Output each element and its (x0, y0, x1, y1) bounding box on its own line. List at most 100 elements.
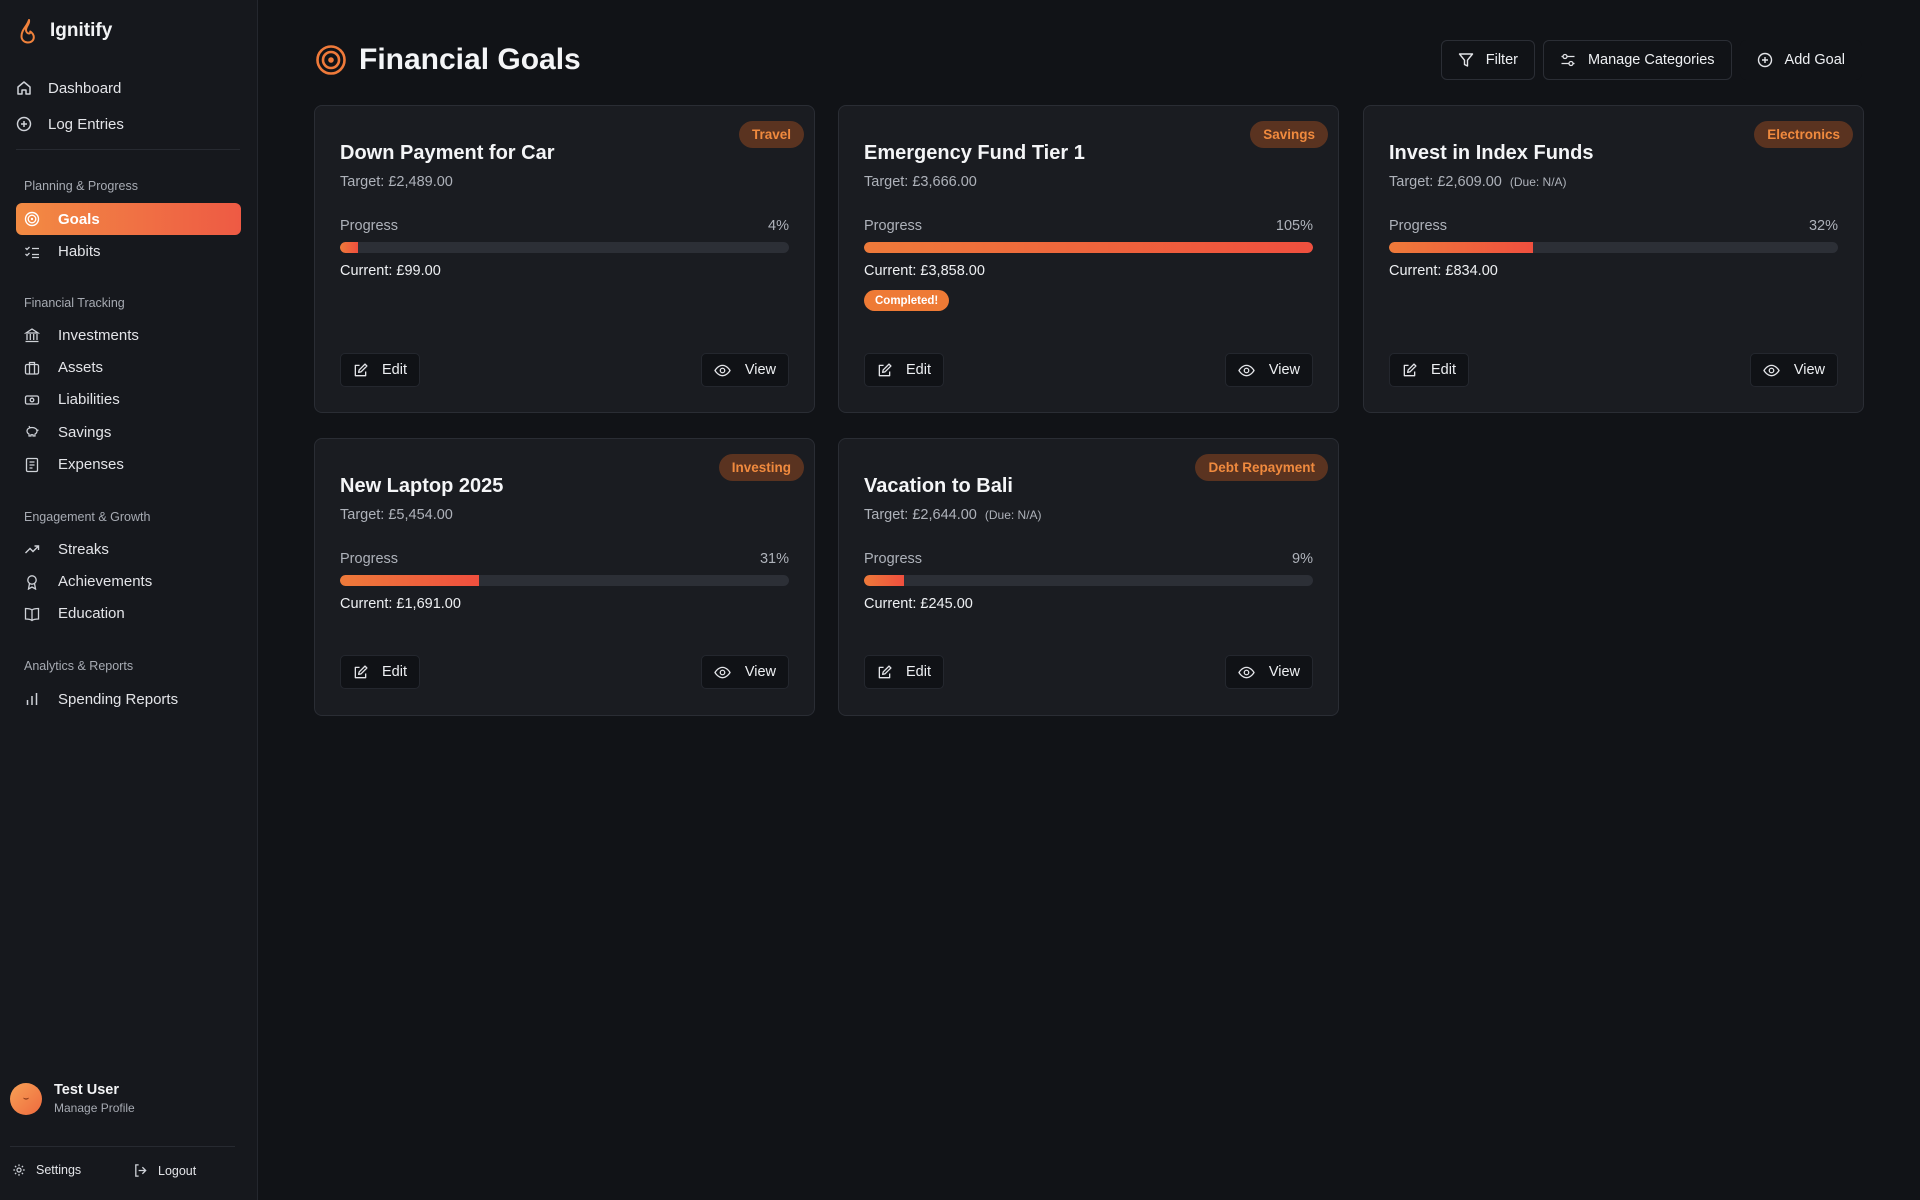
progress-row: Progress 105% (864, 218, 1313, 234)
sidebar-item-habits[interactable]: Habits (16, 235, 241, 267)
target-icon (24, 211, 40, 227)
current-amount: Current: £1,691.00 (340, 596, 461, 612)
progress-bar (340, 575, 789, 586)
piggy-bank-icon (24, 424, 40, 440)
sidebar-item-assets[interactable]: Assets (16, 351, 241, 383)
sidebar-item-savings[interactable]: Savings (16, 416, 241, 448)
sidebar-item-label: Habits (58, 243, 101, 261)
divider (10, 1146, 235, 1147)
flame-logo-icon (18, 18, 40, 44)
sidebar-item-log-entries[interactable]: Log Entries (16, 106, 240, 142)
current-amount: Current: £3,858.00 (864, 263, 985, 279)
edit-icon (877, 664, 892, 680)
goal-target: Target: £2,644.00 (Due: N/A) (864, 507, 1042, 523)
view-button[interactable]: View (1224, 655, 1313, 689)
sidebar-item-achievements[interactable]: Achievements (16, 565, 241, 597)
manage-profile-link[interactable]: Manage Profile (54, 1101, 135, 1115)
view-button[interactable]: View (700, 353, 789, 387)
edit-button[interactable]: Edit (340, 655, 420, 689)
goal-card: Investing New Laptop 2025 Target: £5,454… (314, 438, 815, 716)
section-title-planning: Planning & Progress (24, 179, 138, 193)
progress-row: Progress 31% (340, 551, 789, 567)
sidebar-item-spending-reports[interactable]: Spending Reports (16, 683, 241, 715)
view-button[interactable]: View (1224, 353, 1313, 387)
due-date: (Due: N/A) (1509, 175, 1567, 189)
sidebar-item-label: Education (58, 605, 125, 623)
sidebar-item-investments[interactable]: Investments (16, 319, 241, 351)
view-label: View (1268, 362, 1300, 378)
edit-label: Edit (906, 362, 931, 378)
progress-percent: 4% (768, 218, 789, 234)
eye-icon (1238, 363, 1255, 378)
goal-card: Travel Down Payment for Car Target: £2,4… (314, 105, 815, 413)
sidebar-item-label: Assets (58, 359, 104, 377)
bank-icon (24, 327, 40, 343)
target-amount: Target: £5,454.00 (340, 507, 453, 523)
target-amount: Target: £2,644.00 (864, 507, 977, 523)
bar-chart-icon (24, 691, 40, 707)
goal-card: Debt Repayment Vacation to Bali Target: … (838, 438, 1339, 716)
view-button[interactable]: View (700, 655, 789, 689)
progress-fill (340, 242, 358, 253)
goal-card: Savings Emergency Fund Tier 1 Target: £3… (838, 105, 1339, 413)
progress-percent: 32% (1808, 218, 1838, 234)
plus-circle-icon (16, 116, 32, 132)
progress-percent: 9% (1292, 551, 1313, 567)
filter-button[interactable]: Filter (1440, 40, 1535, 80)
progress-percent: 105% (1275, 218, 1313, 234)
sidebar-item-expenses[interactable]: Expenses (16, 449, 241, 481)
sidebar-item-label: Log Entries (48, 115, 124, 133)
header-actions: Filter Manage Categories Add Goal (1440, 40, 1862, 80)
sidebar-item-liabilities[interactable]: Liabilities (16, 384, 241, 416)
plus-circle-icon (1757, 52, 1773, 68)
nav-group-analytics: Spending Reports (16, 683, 241, 715)
user-profile[interactable]: ⌣ Test User Manage Profile (10, 1082, 135, 1115)
logout-label: Logout (158, 1163, 197, 1178)
receipt-icon (24, 457, 40, 473)
book-icon (24, 606, 40, 622)
sidebar-item-label: Achievements (58, 573, 153, 591)
edit-icon (353, 664, 368, 680)
edit-icon (353, 362, 368, 378)
current-amount: Current: £99.00 (340, 263, 441, 279)
sidebar-item-goals[interactable]: Goals (16, 203, 241, 236)
progress-label: Progress (340, 218, 399, 234)
settings-label: Settings (36, 1163, 82, 1177)
goal-target: Target: £2,609.00 (Due: N/A) (1389, 174, 1567, 190)
progress-percent: 31% (759, 551, 789, 567)
category-tag: Savings (1250, 121, 1328, 148)
sidebar-item-streaks[interactable]: Streaks (16, 533, 241, 565)
settings-button[interactable]: Settings (12, 1163, 81, 1177)
sidebar-item-education[interactable]: Education (16, 598, 241, 630)
edit-label: Edit (1431, 362, 1456, 378)
nav-group-planning: Goals Habits (16, 203, 241, 268)
brand[interactable]: Ignitify (18, 18, 112, 44)
add-goal-button[interactable]: Add Goal (1739, 40, 1862, 80)
sliders-icon (1560, 52, 1576, 68)
view-button[interactable]: View (1749, 353, 1838, 387)
goal-title: Vacation to Bali (864, 475, 1013, 497)
app-name: Ignitify (50, 20, 113, 41)
eye-icon (714, 363, 731, 378)
edit-button[interactable]: Edit (1389, 353, 1469, 387)
progress-label: Progress (864, 218, 923, 234)
filter-icon (1458, 52, 1474, 68)
category-tag: Investing (718, 454, 804, 481)
target-icon (315, 44, 347, 76)
edit-button[interactable]: Edit (340, 353, 420, 387)
nav-group-engagement: Streaks Achievements Education (16, 533, 241, 630)
view-label: View (1268, 664, 1300, 680)
manage-categories-label: Manage Categories (1587, 52, 1715, 68)
goal-target: Target: £5,454.00 (340, 507, 453, 523)
edit-button[interactable]: Edit (864, 353, 944, 387)
manage-categories-button[interactable]: Manage Categories (1542, 40, 1732, 80)
sidebar-item-label: Streaks (58, 540, 109, 558)
logout-button[interactable]: Logout (133, 1163, 196, 1178)
due-date: (Due: N/A) (984, 508, 1042, 522)
edit-button[interactable]: Edit (864, 655, 944, 689)
page-header: Financial Goals (315, 42, 581, 78)
completed-badge: Completed! (864, 290, 950, 311)
sidebar-item-dashboard[interactable]: Dashboard (16, 70, 240, 106)
progress-label: Progress (1389, 218, 1448, 234)
section-title-analytics: Analytics & Reports (24, 659, 134, 673)
